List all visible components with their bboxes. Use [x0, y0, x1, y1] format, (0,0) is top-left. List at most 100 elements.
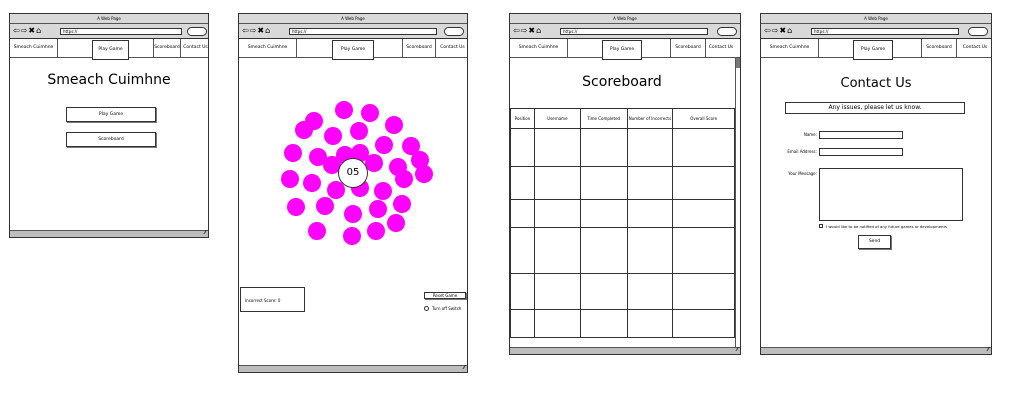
resize-grip-icon[interactable]: ⁄⁄ — [736, 347, 738, 354]
memory-circle[interactable] — [385, 116, 403, 134]
turn-off-switch-label: Turn off Switch — [432, 306, 462, 311]
browser-address-bar: ⇦⇨✖⌂ https:// — [761, 24, 991, 39]
memory-circle[interactable] — [415, 165, 433, 183]
name-label: Name: — [803, 132, 817, 137]
nav-home[interactable]: Smeach Cuimhne — [10, 39, 58, 57]
browser-address-bar: ⇦⇨✖⌂ https:// — [239, 24, 467, 39]
scrollbar-thumb[interactable] — [736, 58, 740, 68]
nav-contact-us[interactable]: Contact Us — [706, 39, 736, 57]
message-textarea[interactable] — [819, 168, 963, 221]
memory-circle[interactable] — [335, 101, 353, 119]
nav-home[interactable]: Smeach Cuimhne — [761, 39, 819, 57]
memory-circle[interactable] — [308, 222, 326, 240]
nav-scoreboard[interactable]: Scoreboard — [153, 39, 181, 57]
browser-nav-icons[interactable]: ⇦⇨✖⌂ — [13, 26, 42, 36]
browser-nav-icons[interactable]: ⇦⇨✖⌂ — [764, 26, 793, 36]
nav-contact-us[interactable]: Contact Us — [181, 39, 208, 57]
column-header: Position — [510, 108, 535, 129]
memory-circle[interactable] — [374, 182, 392, 200]
contact-wireframe-window: A Web Page ⇦⇨✖⌂ https:// Smeach Cuimhne … — [760, 13, 992, 355]
send-button[interactable]: Send — [858, 235, 891, 249]
url-input[interactable]: https:// — [811, 28, 959, 35]
browser-address-bar: ⇦⇨✖⌂ https:// — [510, 24, 740, 39]
nav-play-game[interactable]: Play Game — [92, 40, 129, 60]
browser-title-bar: A Web Page — [10, 14, 208, 24]
scoreboard-button[interactable]: Scoreboard — [66, 132, 156, 147]
browser-address-bar: ⇦⇨✖⌂ https:// — [10, 24, 208, 39]
memory-circle[interactable] — [350, 122, 368, 140]
table-row — [510, 199, 735, 228]
memory-circle[interactable] — [387, 214, 405, 232]
table-row — [510, 227, 735, 274]
column-header: Overall Score — [672, 108, 735, 129]
memory-circle[interactable] — [375, 136, 393, 154]
nav-home[interactable]: Smeach Cuimhne — [510, 39, 568, 57]
notify-label: I would like to be notified of any futur… — [826, 224, 947, 229]
browser-nav-icons[interactable]: ⇦⇨✖⌂ — [513, 26, 542, 36]
nav-play-game[interactable]: Play Game — [602, 40, 642, 60]
memory-circle[interactable] — [361, 104, 379, 122]
nav-scoreboard[interactable]: Scoreboard — [402, 39, 436, 57]
browser-status-bar: ⁄⁄ — [239, 365, 467, 372]
resize-grip-icon[interactable]: ⁄⁄ — [987, 347, 989, 354]
memory-circle[interactable] — [316, 197, 334, 215]
page-title: Smeach Cuimhne — [47, 72, 171, 88]
nav-contact-us[interactable]: Contact Us — [436, 39, 467, 57]
table-row — [510, 273, 735, 310]
site-navbar: Smeach Cuimhne Play Game Scoreboard Cont… — [10, 39, 208, 60]
memory-circle[interactable] — [287, 198, 305, 216]
column-header: Number of Incorrects — [626, 108, 674, 129]
nav-play-game[interactable]: Play Game — [853, 40, 893, 60]
reset-game-button[interactable]: Reset Game — [424, 292, 466, 299]
site-navbar: Smeach Cuimhne Play Game Scoreboard Cont… — [510, 39, 740, 60]
browser-search-field[interactable] — [717, 27, 737, 36]
turn-off-switch-radio[interactable] — [424, 306, 429, 311]
nav-play-game[interactable]: Play Game — [332, 40, 374, 60]
browser-search-field[interactable] — [444, 27, 464, 36]
url-input[interactable]: https:// — [560, 28, 708, 35]
notify-checkbox[interactable] — [819, 224, 823, 228]
memory-circle[interactable] — [343, 227, 361, 245]
browser-status-bar: ⁄⁄ — [510, 347, 740, 354]
column-header: Username — [533, 108, 581, 129]
memory-circle[interactable] — [324, 127, 342, 145]
site-navbar: Smeach Cuimhne Play Game Scoreboard Cont… — [761, 39, 991, 60]
scoreboard-wireframe-window: A Web Page ⇦⇨✖⌂ https:// Smeach Cuimhne … — [509, 13, 741, 355]
name-field[interactable] — [819, 131, 903, 139]
browser-status-bar: ⁄⁄ — [10, 230, 208, 237]
url-input[interactable]: https:// — [60, 28, 182, 35]
memory-circle[interactable] — [369, 200, 387, 218]
browser-title-bar: A Web Page — [510, 14, 740, 24]
play-game-button[interactable]: Play Game — [66, 107, 156, 122]
table-row — [510, 309, 735, 338]
browser-nav-icons[interactable]: ⇦⇨✖⌂ — [242, 26, 271, 36]
browser-search-field[interactable] — [968, 27, 988, 36]
page-title: Contact Us — [840, 76, 912, 91]
memory-circle[interactable] — [367, 222, 385, 240]
vertical-scrollbar[interactable] — [735, 58, 740, 347]
browser-title-bar: A Web Page — [761, 14, 991, 24]
memory-circle[interactable] — [295, 121, 313, 139]
incorrect-score-label: Incorrect Score: 0 — [245, 298, 281, 303]
nav-scoreboard[interactable]: Scoreboard — [921, 39, 957, 57]
browser-status-bar: ⁄⁄ — [761, 347, 991, 354]
column-header: Time Completed — [579, 108, 628, 129]
resize-grip-icon[interactable]: ⁄⁄ — [463, 365, 465, 372]
page-title: Scoreboard — [582, 74, 662, 90]
email-field[interactable] — [819, 148, 903, 156]
memory-circle[interactable] — [281, 170, 299, 188]
url-input[interactable]: https:// — [289, 28, 437, 35]
memory-circle[interactable] — [284, 144, 302, 162]
browser-search-field[interactable] — [187, 27, 207, 36]
table-row — [510, 128, 735, 167]
memory-circle[interactable] — [303, 174, 321, 192]
memory-circle[interactable] — [393, 195, 411, 213]
memory-circle[interactable] — [395, 170, 413, 188]
nav-scoreboard[interactable]: Scoreboard — [670, 39, 706, 57]
game-wireframe-window: A Web Page ⇦⇨✖⌂ https:// Smeach Cuimhne … — [238, 13, 468, 373]
resize-grip-icon[interactable]: ⁄⁄ — [204, 230, 206, 237]
memory-circle[interactable] — [344, 205, 362, 223]
email-label: Email Address: — [787, 149, 817, 154]
nav-contact-us[interactable]: Contact Us — [957, 39, 991, 57]
nav-home[interactable]: Smeach Cuimhne — [239, 39, 297, 57]
